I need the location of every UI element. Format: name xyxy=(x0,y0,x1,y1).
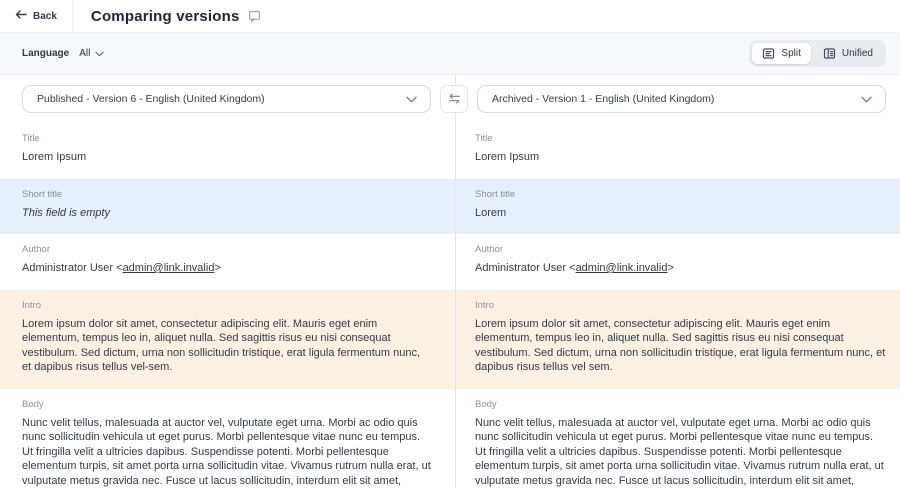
field-value: Administrator User <admin@link.invalid> xyxy=(22,261,431,276)
field-row-body: Body Nunc velit tellus, malesuada at auct… xyxy=(0,389,900,488)
field-label: Body xyxy=(475,399,886,410)
field-label: Body xyxy=(22,399,431,410)
field-label: Short title xyxy=(22,189,431,200)
field-value: This field is empty xyxy=(22,206,431,221)
field-label: Title xyxy=(22,133,431,144)
split-view-button[interactable]: Split xyxy=(752,43,810,64)
text-segment: > xyxy=(214,262,220,274)
field-value: Lorem ipsum dolor sit amet, consectetur … xyxy=(22,317,431,375)
split-view-icon xyxy=(762,47,775,60)
unified-view-icon xyxy=(823,47,836,60)
comment-icon xyxy=(248,10,261,23)
field-value: Administrator User <admin@link.invalid> xyxy=(475,261,886,276)
text-segment: Administrator User < xyxy=(22,262,123,274)
field-value: Lorem Ipsum xyxy=(22,150,431,165)
field-cell-right: Author Administrator User <admin@link.inv… xyxy=(455,234,900,290)
language-label: Language xyxy=(22,48,69,59)
field-value: Lorem xyxy=(475,206,886,221)
left-version-value: Published - Version 6 - English (United … xyxy=(37,93,265,105)
comparison-rows: Title Lorem Ipsum Title Lorem Ipsum Short ti… xyxy=(0,123,900,488)
right-version-dropdown[interactable]: Archived - Version 1 - English (United K… xyxy=(477,85,886,113)
field-cell-right: Short title Lorem xyxy=(455,179,900,235)
center-divider xyxy=(455,75,456,488)
field-row-intro: Intro Lorem ipsum dolor sit amet, consect… xyxy=(0,290,900,389)
field-cell-right: Body Nunc velit tellus, malesuada at auct… xyxy=(455,389,900,488)
field-label: Author xyxy=(22,244,431,255)
comparing-versions-page: Back Comparing versions Language All xyxy=(0,0,900,488)
header: Back Comparing versions xyxy=(0,0,900,33)
field-value: Lorem Ipsum xyxy=(475,150,886,165)
swap-versions-button[interactable] xyxy=(440,85,468,113)
field-cell-right: Title Lorem Ipsum xyxy=(455,123,900,179)
field-label: Short title xyxy=(475,189,886,200)
text-segment: Administrator User < xyxy=(475,262,576,274)
field-label: Title xyxy=(475,133,886,144)
field-row-short-title: Short titleThis field is emptyShort titl… xyxy=(0,179,900,235)
language-value: All xyxy=(79,48,90,59)
page-title: Comparing versions xyxy=(91,8,240,25)
left-version-dropdown[interactable]: Published - Version 6 - English (United … xyxy=(22,85,431,113)
comparison-content: Published - Version 6 - English (United … xyxy=(0,75,900,488)
field-cell-left: Short title This field is empty xyxy=(0,179,455,235)
unified-view-label: Unified xyxy=(842,48,873,59)
field-row-title: Title Lorem Ipsum Title Lorem Ipsum xyxy=(0,123,900,179)
field-value: Nunc velit tellus, malesuada at auctor v… xyxy=(22,416,431,488)
field-value: Nunc velit tellus, malesuada at auctor v… xyxy=(475,416,886,488)
field-cell-left: Body Nunc velit tellus, malesuada at auct… xyxy=(0,389,455,488)
chevron-down-icon xyxy=(95,51,104,57)
back-label: Back xyxy=(33,11,57,22)
author-email-link[interactable]: admin@link.invalid xyxy=(576,262,668,274)
field-row-author: AuthorAdministrator User <admin@link.inv… xyxy=(0,234,900,290)
view-mode-toggle: Split Unified xyxy=(749,40,886,67)
right-version-value: Archived - Version 1 - English (United K… xyxy=(492,93,714,105)
language-dropdown[interactable]: All xyxy=(79,48,104,59)
field-cell-left: Author Administrator User <admin@link.inv… xyxy=(0,234,455,290)
arrow-left-icon xyxy=(15,9,27,23)
text-segment: > xyxy=(667,262,673,274)
field-cell-left: Intro Lorem ipsum dolor sit amet, consect… xyxy=(0,290,455,389)
swap-horizontal-icon xyxy=(448,92,461,107)
field-value: Lorem ipsum dolor sit amet, consectetur … xyxy=(475,317,886,375)
unified-view-button[interactable]: Unified xyxy=(813,43,883,64)
back-button[interactable]: Back xyxy=(0,0,72,32)
author-email-link[interactable]: admin@link.invalid xyxy=(123,262,215,274)
chevron-down-icon xyxy=(861,96,872,103)
field-label: Intro xyxy=(475,300,886,311)
version-selector-row: Published - Version 6 - English (United … xyxy=(0,75,900,123)
field-label: Intro xyxy=(22,300,431,311)
field-label: Author xyxy=(475,244,886,255)
header-divider xyxy=(72,0,73,33)
field-cell-right: Intro Lorem ipsum dolor sit amet, consect… xyxy=(455,290,900,389)
toolbar: Language All Split xyxy=(0,33,900,75)
field-cell-left: Title Lorem Ipsum xyxy=(0,123,455,179)
split-view-label: Split xyxy=(781,48,800,59)
chevron-down-icon xyxy=(406,96,417,103)
